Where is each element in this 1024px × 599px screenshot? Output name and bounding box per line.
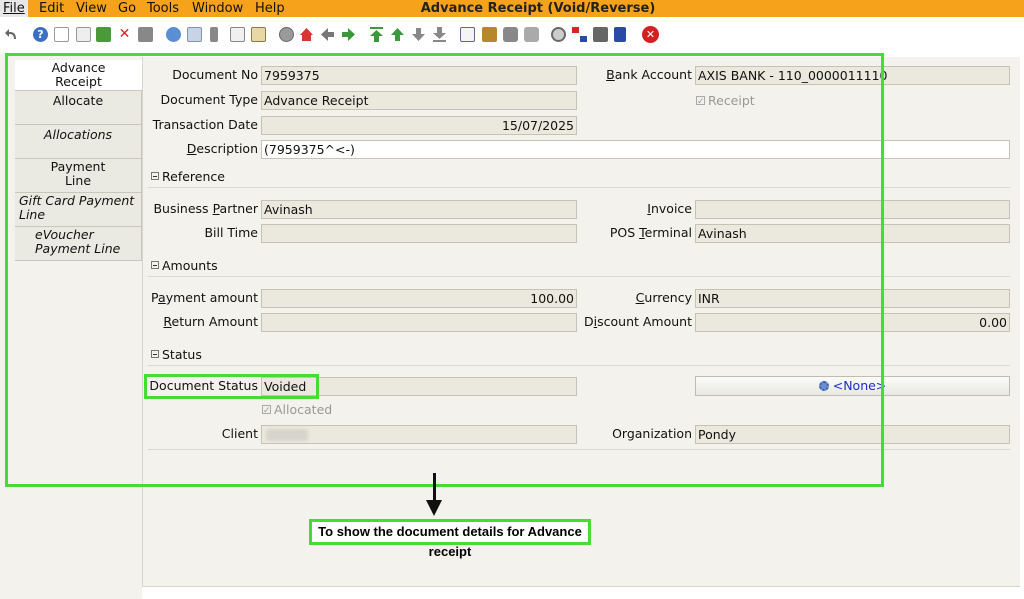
forward-icon[interactable] — [341, 27, 356, 42]
previous-record-icon[interactable] — [390, 27, 405, 42]
next-record-icon[interactable] — [411, 27, 426, 42]
annotation-highlight-box — [5, 53, 884, 487]
zoom-across-icon[interactable] — [551, 27, 566, 42]
undo-icon[interactable] — [5, 27, 20, 42]
print-setup-icon[interactable] — [524, 27, 539, 42]
home-icon[interactable] — [299, 27, 314, 42]
print-icon[interactable] — [503, 27, 518, 42]
save-icon[interactable] — [96, 27, 111, 42]
annotation-status-highlight — [144, 374, 319, 399]
history-icon[interactable] — [251, 27, 266, 42]
report-icon[interactable] — [460, 27, 475, 42]
find-icon[interactable] — [187, 27, 202, 42]
delete-icon[interactable]: ✕ — [117, 27, 132, 42]
first-record-icon[interactable] — [369, 27, 384, 42]
copy-icon[interactable] — [76, 27, 91, 42]
refresh-icon[interactable] — [166, 27, 181, 42]
request-icon[interactable] — [593, 27, 608, 42]
archive-icon[interactable] — [482, 27, 497, 42]
window-title: Advance Receipt (Void/Reverse) — [420, 1, 656, 16]
chat-icon[interactable] — [230, 27, 245, 42]
menu-bar: File Edit View Go Tools Window Help Adva… — [0, 0, 1024, 17]
help-icon[interactable]: ? — [33, 27, 48, 42]
last-record-icon[interactable] — [432, 27, 447, 42]
annotation-arrow-head — [426, 500, 442, 516]
close-icon[interactable]: ✕ — [642, 26, 659, 43]
grid-toggle-icon[interactable] — [279, 27, 294, 42]
annotation-caption: To show the document details for Advance… — [309, 519, 591, 559]
product-info-icon[interactable] — [614, 27, 626, 42]
annotation-arrow — [433, 473, 436, 503]
back-icon[interactable] — [320, 27, 335, 42]
workflow-icon[interactable] — [572, 27, 587, 42]
print-preview-icon[interactable] — [138, 27, 153, 42]
new-icon[interactable] — [54, 27, 69, 42]
toolbar: ? ✕ ✕ — [0, 17, 1024, 53]
attachment-icon[interactable] — [210, 27, 218, 42]
